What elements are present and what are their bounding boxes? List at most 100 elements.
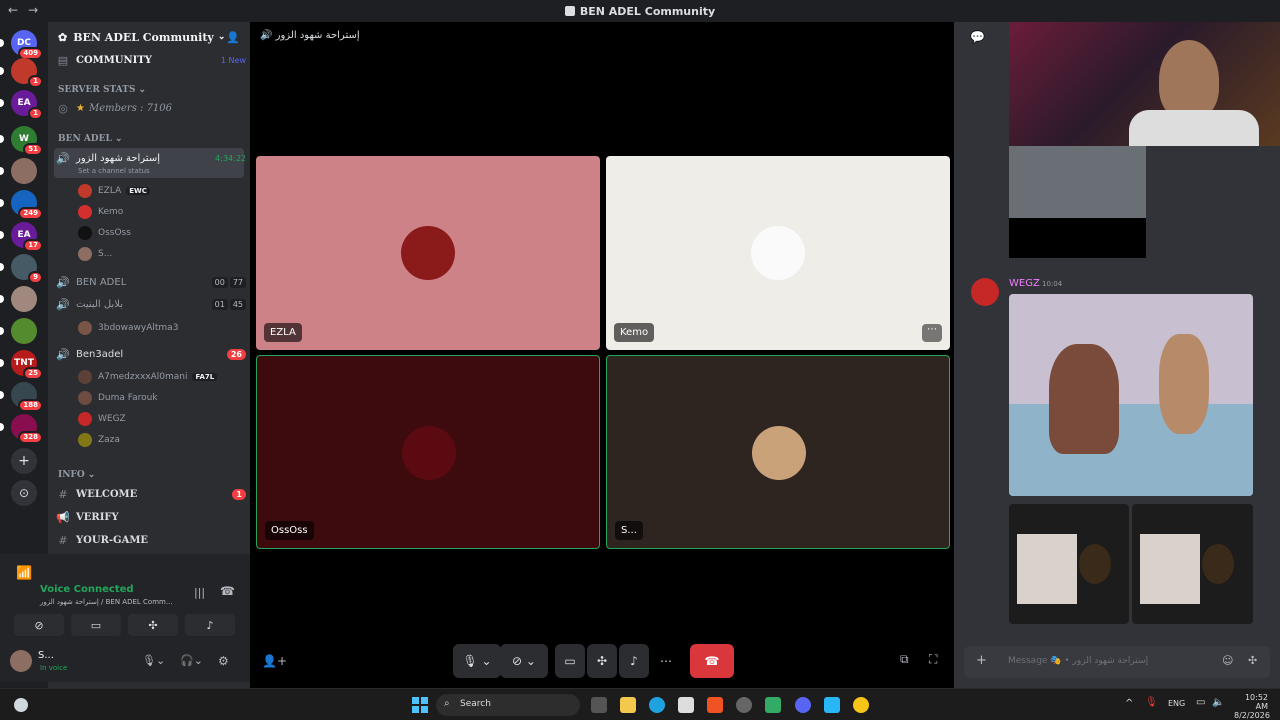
voice-user[interactable]: OssOss bbox=[78, 226, 131, 240]
photo-computer-2[interactable] bbox=[1132, 504, 1253, 624]
voice-channel-active[interactable]: 🔊 إستراحة شهود الزور 4:34:22 bbox=[56, 152, 246, 165]
emoji-icon[interactable]: ☺ bbox=[1222, 654, 1233, 667]
steam-icon[interactable] bbox=[736, 697, 752, 713]
task-view-icon[interactable] bbox=[591, 697, 607, 713]
windows-start-icon[interactable] bbox=[412, 697, 428, 713]
discord-icon[interactable] bbox=[795, 697, 811, 713]
category-server-stats[interactable]: SERVER STATS ⌄ bbox=[58, 85, 146, 95]
mic-icon[interactable]: 🎙 bbox=[1145, 697, 1158, 708]
language-label[interactable]: ENG bbox=[1168, 699, 1185, 708]
photo-computer-1[interactable] bbox=[1009, 504, 1129, 624]
add-member-icon[interactable]: 👤 bbox=[226, 31, 240, 44]
speaker-icon: 🔊 bbox=[56, 298, 70, 311]
app-icon[interactable] bbox=[765, 697, 781, 713]
video-tile[interactable]: Kemo ⋯ bbox=[606, 156, 950, 350]
camera-toggle-button[interactable]: ⊘ ⌄ bbox=[500, 644, 548, 678]
chevron-up-icon[interactable]: ^ bbox=[1125, 698, 1133, 709]
voice-channel-ben3adel[interactable]: 🔊 Ben3adel 26 bbox=[56, 348, 246, 361]
voice-user[interactable]: 3bdowawyAltma3 bbox=[78, 321, 178, 335]
attached-image[interactable] bbox=[1009, 146, 1146, 218]
voice-user[interactable]: Kemo bbox=[78, 205, 123, 219]
disconnect-icon[interactable]: ☎ bbox=[220, 584, 235, 598]
category-ben-adel[interactable]: BEN ADEL ⌄ bbox=[58, 134, 123, 144]
voice-channel-path[interactable]: إستراحة شهود الزور / BEN ADEL Comm... bbox=[40, 598, 173, 606]
popout-icon[interactable]: ⧉ bbox=[900, 652, 909, 667]
photos-icon[interactable] bbox=[824, 697, 840, 713]
avatar bbox=[78, 184, 92, 198]
activities-button[interactable]: ✣ bbox=[128, 614, 178, 636]
guild-icon[interactable]: 188 bbox=[11, 382, 43, 412]
video-tile[interactable]: S... bbox=[606, 355, 950, 549]
category-info[interactable]: INFO ⌄ bbox=[58, 470, 95, 480]
invite-icon[interactable]: 👤+ bbox=[262, 654, 287, 668]
photo-beach[interactable] bbox=[1009, 294, 1253, 496]
camera-off-button[interactable]: ⊘ bbox=[14, 614, 64, 636]
voice-user[interactable]: Zaza bbox=[78, 433, 120, 447]
video-tile[interactable]: EZLA bbox=[256, 156, 600, 350]
guild-icon[interactable]: DC 409 bbox=[11, 30, 43, 60]
voice-channel-2[interactable]: 🔊 بلابل البنيت 01 45 bbox=[56, 298, 246, 311]
more-options-button[interactable]: ⋯ bbox=[651, 644, 681, 678]
voice-user[interactable]: S... bbox=[78, 247, 112, 261]
guild-icon[interactable] bbox=[11, 318, 37, 344]
server-header[interactable]: ✿ BEN ADEL Community ⌄ 👤 bbox=[48, 22, 250, 52]
video-tile[interactable]: OssOss bbox=[256, 355, 600, 549]
noise-icon[interactable]: ||| bbox=[194, 586, 205, 599]
leave-call-button[interactable]: ☎ bbox=[690, 644, 734, 678]
guild-icon[interactable]: W 51 bbox=[11, 126, 43, 156]
window-title: BEN ADEL Community bbox=[0, 5, 1280, 18]
voice-user-name: Duma Farouk bbox=[98, 393, 158, 403]
screen-share-button[interactable]: ▭ bbox=[555, 644, 585, 678]
store-icon[interactable] bbox=[678, 697, 694, 713]
settings-gear-icon[interactable]: ⚙ bbox=[218, 654, 229, 668]
taskbar-search[interactable]: ⌕ Search bbox=[436, 694, 580, 716]
voice-status[interactable]: Voice Connected bbox=[40, 584, 134, 595]
guild-icon[interactable]: TNT 25 bbox=[11, 350, 43, 380]
explore-icon[interactable]: ⊙ bbox=[11, 480, 37, 506]
voice-user[interactable]: Duma Farouk bbox=[78, 391, 158, 405]
volume-icon[interactable]: 🔈 bbox=[1212, 697, 1224, 708]
channel-members[interactable]: ◎ ★ Members : 7106 bbox=[56, 102, 246, 115]
voice-user[interactable]: WEGZ bbox=[78, 412, 126, 426]
guild-icon[interactable]: 9 bbox=[11, 254, 43, 284]
voice-user[interactable]: EZLA EWC bbox=[78, 184, 150, 198]
apps-icon[interactable]: ✣ bbox=[1248, 654, 1257, 667]
guild-icon[interactable]: EA 17 bbox=[11, 222, 43, 252]
avatar[interactable] bbox=[971, 278, 999, 306]
guild-icon[interactable]: 1 bbox=[11, 58, 43, 88]
brave-icon[interactable] bbox=[707, 697, 723, 713]
guild-icon[interactable]: 249 bbox=[11, 190, 43, 220]
clock[interactable]: 10:52 AM 8/2/2026 bbox=[1234, 693, 1270, 720]
guild-icon[interactable]: EA 1 bbox=[11, 90, 43, 120]
guild-icon[interactable] bbox=[11, 286, 37, 312]
edge-icon[interactable] bbox=[649, 697, 665, 713]
screen-share-button[interactable]: ▭ bbox=[71, 614, 121, 636]
more-options-icon[interactable]: ⋯ bbox=[922, 324, 942, 342]
channel-community[interactable]: ▤ COMMUNITY 1 New bbox=[56, 54, 246, 67]
soundboard-button[interactable]: ♪ bbox=[619, 644, 649, 678]
message-input[interactable]: + Message 🎭 • إستراحة شهود الزور ☺ ✣ bbox=[964, 646, 1270, 678]
network-icon[interactable]: ▭ bbox=[1196, 697, 1205, 708]
guild-icon[interactable]: 328 bbox=[11, 414, 43, 444]
add-server-icon[interactable]: + bbox=[11, 448, 37, 474]
voice-user-name: A7medzxxxAl0mani bbox=[98, 372, 188, 382]
mic-icon[interactable]: 🎙⌄ bbox=[142, 654, 165, 667]
text-channel[interactable]: # WELCOME 1 bbox=[56, 488, 246, 501]
app-icon-2[interactable] bbox=[853, 697, 869, 713]
file-explorer-icon[interactable] bbox=[620, 697, 636, 713]
guild-icon[interactable] bbox=[11, 158, 37, 184]
message-author[interactable]: WEGZ bbox=[1009, 278, 1040, 289]
plus-icon[interactable]: + bbox=[976, 653, 987, 668]
fullscreen-icon[interactable]: ⛶ bbox=[929, 652, 937, 667]
mic-toggle-button[interactable]: 🎙 ⌄ bbox=[453, 644, 501, 678]
text-channel[interactable]: 📢 VERIFY bbox=[56, 511, 246, 524]
channel-status[interactable]: Set a channel status bbox=[78, 167, 150, 175]
headphones-icon[interactable]: 🎧⌄ bbox=[180, 654, 203, 667]
voice-user[interactable]: A7medzxxxAl0mani FA7L bbox=[78, 370, 218, 384]
widgets-icon[interactable] bbox=[14, 698, 28, 712]
avatar[interactable] bbox=[10, 650, 32, 672]
activities-button[interactable]: ✣ bbox=[587, 644, 617, 678]
text-channel[interactable]: # YOUR-GAME bbox=[56, 534, 246, 547]
soundboard-button[interactable]: ♪ bbox=[185, 614, 235, 636]
voice-channel-ben-adel[interactable]: 🔊 BEN ADEL 00 77 bbox=[56, 276, 246, 289]
